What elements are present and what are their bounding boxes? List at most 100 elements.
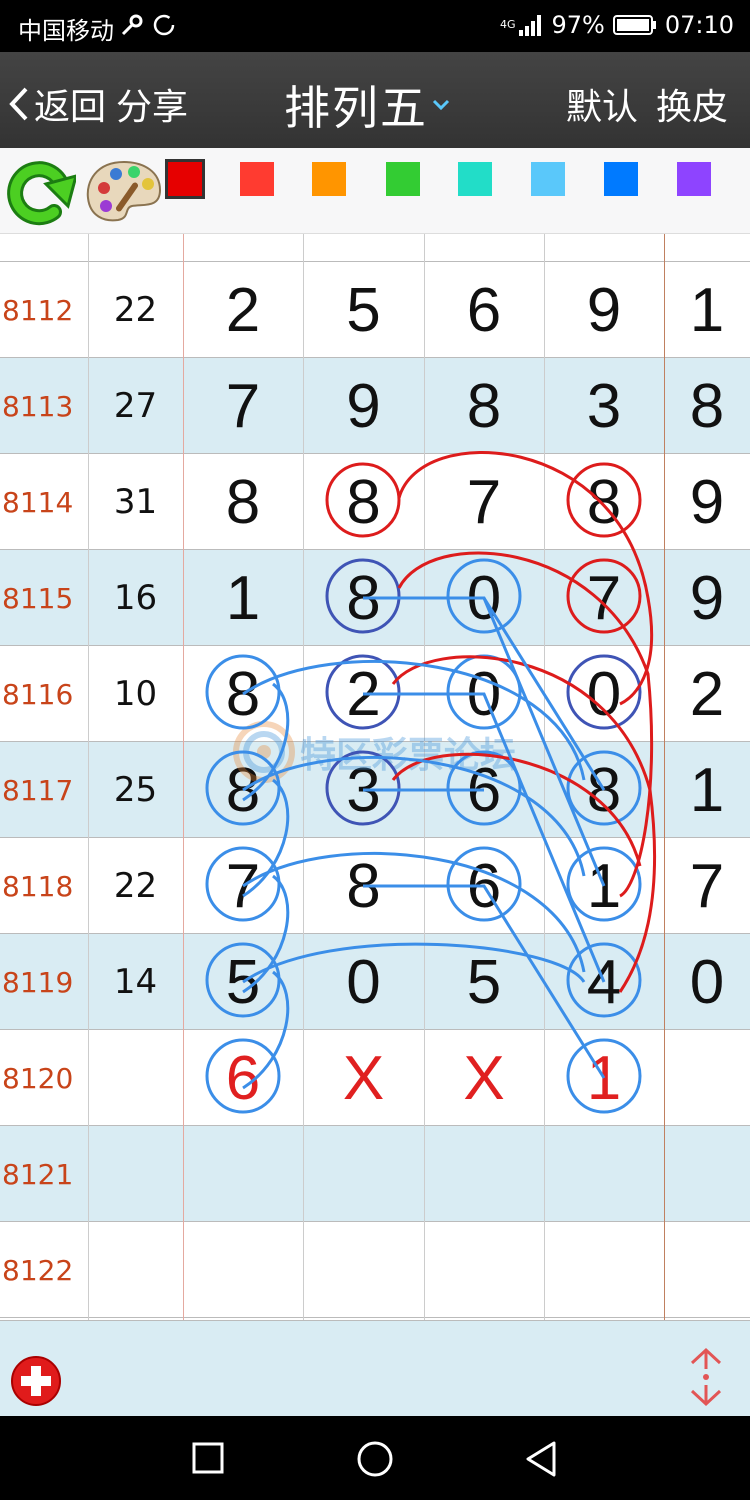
table-row[interactable]: 8122 — [0, 1222, 750, 1318]
table-row[interactable]: 8112 22 2 5 6 9 1 — [0, 262, 750, 358]
digit-cell[interactable]: 2 — [664, 646, 750, 742]
lottery-type-dropdown[interactable]: 排列五 — [284, 72, 450, 138]
digit-cell[interactable] — [303, 1222, 424, 1318]
system-nav-bar — [0, 1416, 750, 1500]
color-swatch[interactable] — [531, 162, 565, 196]
table-row[interactable]: 8119 14 5 0 5 4 0 — [0, 934, 750, 1030]
digit-cell[interactable]: 8 — [183, 454, 303, 550]
digit-cell[interactable] — [544, 1126, 664, 1222]
digit-sum: 27 — [113, 386, 158, 426]
digit-cell[interactable]: X — [303, 1030, 424, 1126]
digit-cell[interactable]: 0 — [544, 646, 664, 742]
digit-cell[interactable]: 2 — [183, 262, 303, 358]
table-row[interactable]: 8113 27 7 9 8 3 8 — [0, 358, 750, 454]
home-icon[interactable] — [356, 1440, 394, 1478]
recent-apps-icon[interactable] — [192, 1442, 224, 1474]
digit-cell[interactable] — [424, 1126, 544, 1222]
table-row[interactable]: 8115 16 1 8 0 7 9 — [0, 550, 750, 646]
digit-cell[interactable]: 0 — [424, 550, 544, 646]
digit-cell[interactable]: 5 — [303, 262, 424, 358]
digit-cell[interactable]: X — [424, 1030, 544, 1126]
results-grid: 8112 22 2 5 6 9 1 8113 27 7 9 8 3 8 8114 31 8 8 7 8 9 8115 16 1… — [0, 234, 750, 1320]
digit-cell[interactable] — [664, 1126, 750, 1222]
digit-cell[interactable]: 1 — [664, 742, 750, 838]
digit-cell[interactable] — [183, 1222, 303, 1318]
digit-cell[interactable] — [664, 1222, 750, 1318]
digit-cell[interactable]: 9 — [664, 550, 750, 646]
chevron-left-icon — [9, 87, 28, 121]
change-skin-button[interactable]: 换皮 — [656, 78, 728, 130]
digit-sum: 10 — [113, 674, 158, 714]
digit-cell[interactable]: 6 — [183, 1030, 303, 1126]
bottom-bar — [0, 1320, 750, 1416]
network-type: 4G — [499, 18, 516, 31]
issue-number: 8115 — [2, 581, 74, 615]
digit-cell[interactable] — [544, 1222, 664, 1318]
digit-cell[interactable]: 1 — [664, 262, 750, 358]
issue-number: 8112 — [2, 293, 74, 327]
refresh-icon[interactable] — [6, 156, 76, 228]
digit-cell[interactable]: 8 — [544, 454, 664, 550]
share-button[interactable]: 分享 — [116, 78, 188, 130]
digit-cell[interactable]: 8 — [303, 838, 424, 934]
default-button[interactable]: 默认 — [566, 78, 638, 130]
digit-sum — [88, 1126, 183, 1222]
partial-row — [0, 234, 750, 262]
digit-cell[interactable]: 8 — [664, 358, 750, 454]
digit-cell[interactable]: 6 — [424, 838, 544, 934]
digit-cell[interactable]: 8 — [303, 550, 424, 646]
color-swatch[interactable] — [677, 162, 711, 196]
digit-cell[interactable]: 5 — [424, 934, 544, 1030]
column-divider — [88, 234, 89, 1320]
watermark-logo-icon — [233, 721, 295, 783]
issue-number: 8118 — [2, 869, 74, 903]
digit-cell[interactable]: 4 — [544, 934, 664, 1030]
digit-cell[interactable]: 8 — [424, 358, 544, 454]
column-divider — [183, 234, 184, 1320]
table-row[interactable]: 8114 31 8 8 7 8 9 — [0, 454, 750, 550]
issue-number: 8113 — [2, 389, 74, 423]
digit-cell[interactable]: 7 — [183, 838, 303, 934]
color-swatch[interactable] — [458, 162, 492, 196]
digit-cell[interactable]: 3 — [544, 358, 664, 454]
digit-cell[interactable] — [183, 1126, 303, 1222]
digit-cell[interactable] — [424, 1222, 544, 1318]
palette-icon[interactable] — [84, 158, 164, 226]
digit-cell[interactable]: 5 — [183, 934, 303, 1030]
page-title: 排列五 — [284, 81, 428, 135]
color-swatch[interactable] — [165, 159, 205, 199]
color-swatch[interactable] — [604, 162, 638, 196]
watermark-text: 特区彩票论坛 — [300, 735, 517, 776]
chevron-down-icon — [432, 99, 450, 111]
digit-cell[interactable]: 1 — [544, 838, 664, 934]
color-swatch[interactable] — [312, 162, 346, 196]
digit-cell[interactable]: 9 — [664, 454, 750, 550]
digit-cell[interactable]: 7 — [664, 838, 750, 934]
color-swatch[interactable] — [386, 162, 420, 196]
digit-sum: 22 — [113, 290, 158, 330]
digit-cell[interactable] — [664, 1030, 750, 1126]
digit-cell[interactable]: 8 — [303, 454, 424, 550]
back-button[interactable]: 返回 — [8, 78, 106, 130]
signal-icon — [519, 15, 542, 36]
back-nav-icon[interactable] — [524, 1440, 558, 1478]
digit-cell[interactable]: 7 — [424, 454, 544, 550]
digit-cell[interactable]: 6 — [424, 262, 544, 358]
table-row[interactable]: 8121 — [0, 1126, 750, 1222]
clock: 07:10 — [664, 11, 734, 39]
table-row[interactable]: 8118 22 7 8 6 1 7 — [0, 838, 750, 934]
digit-cell[interactable] — [303, 1126, 424, 1222]
digit-cell[interactable]: 9 — [303, 358, 424, 454]
scroll-toggle-icon[interactable] — [688, 1347, 724, 1407]
digit-cell[interactable]: 0 — [664, 934, 750, 1030]
digit-cell[interactable]: 9 — [544, 262, 664, 358]
table-row[interactable]: 8120 6 X X 1 — [0, 1030, 750, 1126]
digit-cell[interactable]: 8 — [544, 742, 664, 838]
add-icon[interactable] — [10, 1355, 62, 1407]
digit-cell[interactable]: 1 — [183, 550, 303, 646]
color-swatch[interactable] — [240, 162, 274, 196]
digit-cell[interactable]: 7 — [544, 550, 664, 646]
digit-cell[interactable]: 0 — [303, 934, 424, 1030]
digit-cell[interactable]: 1 — [544, 1030, 664, 1126]
digit-cell[interactable]: 7 — [183, 358, 303, 454]
